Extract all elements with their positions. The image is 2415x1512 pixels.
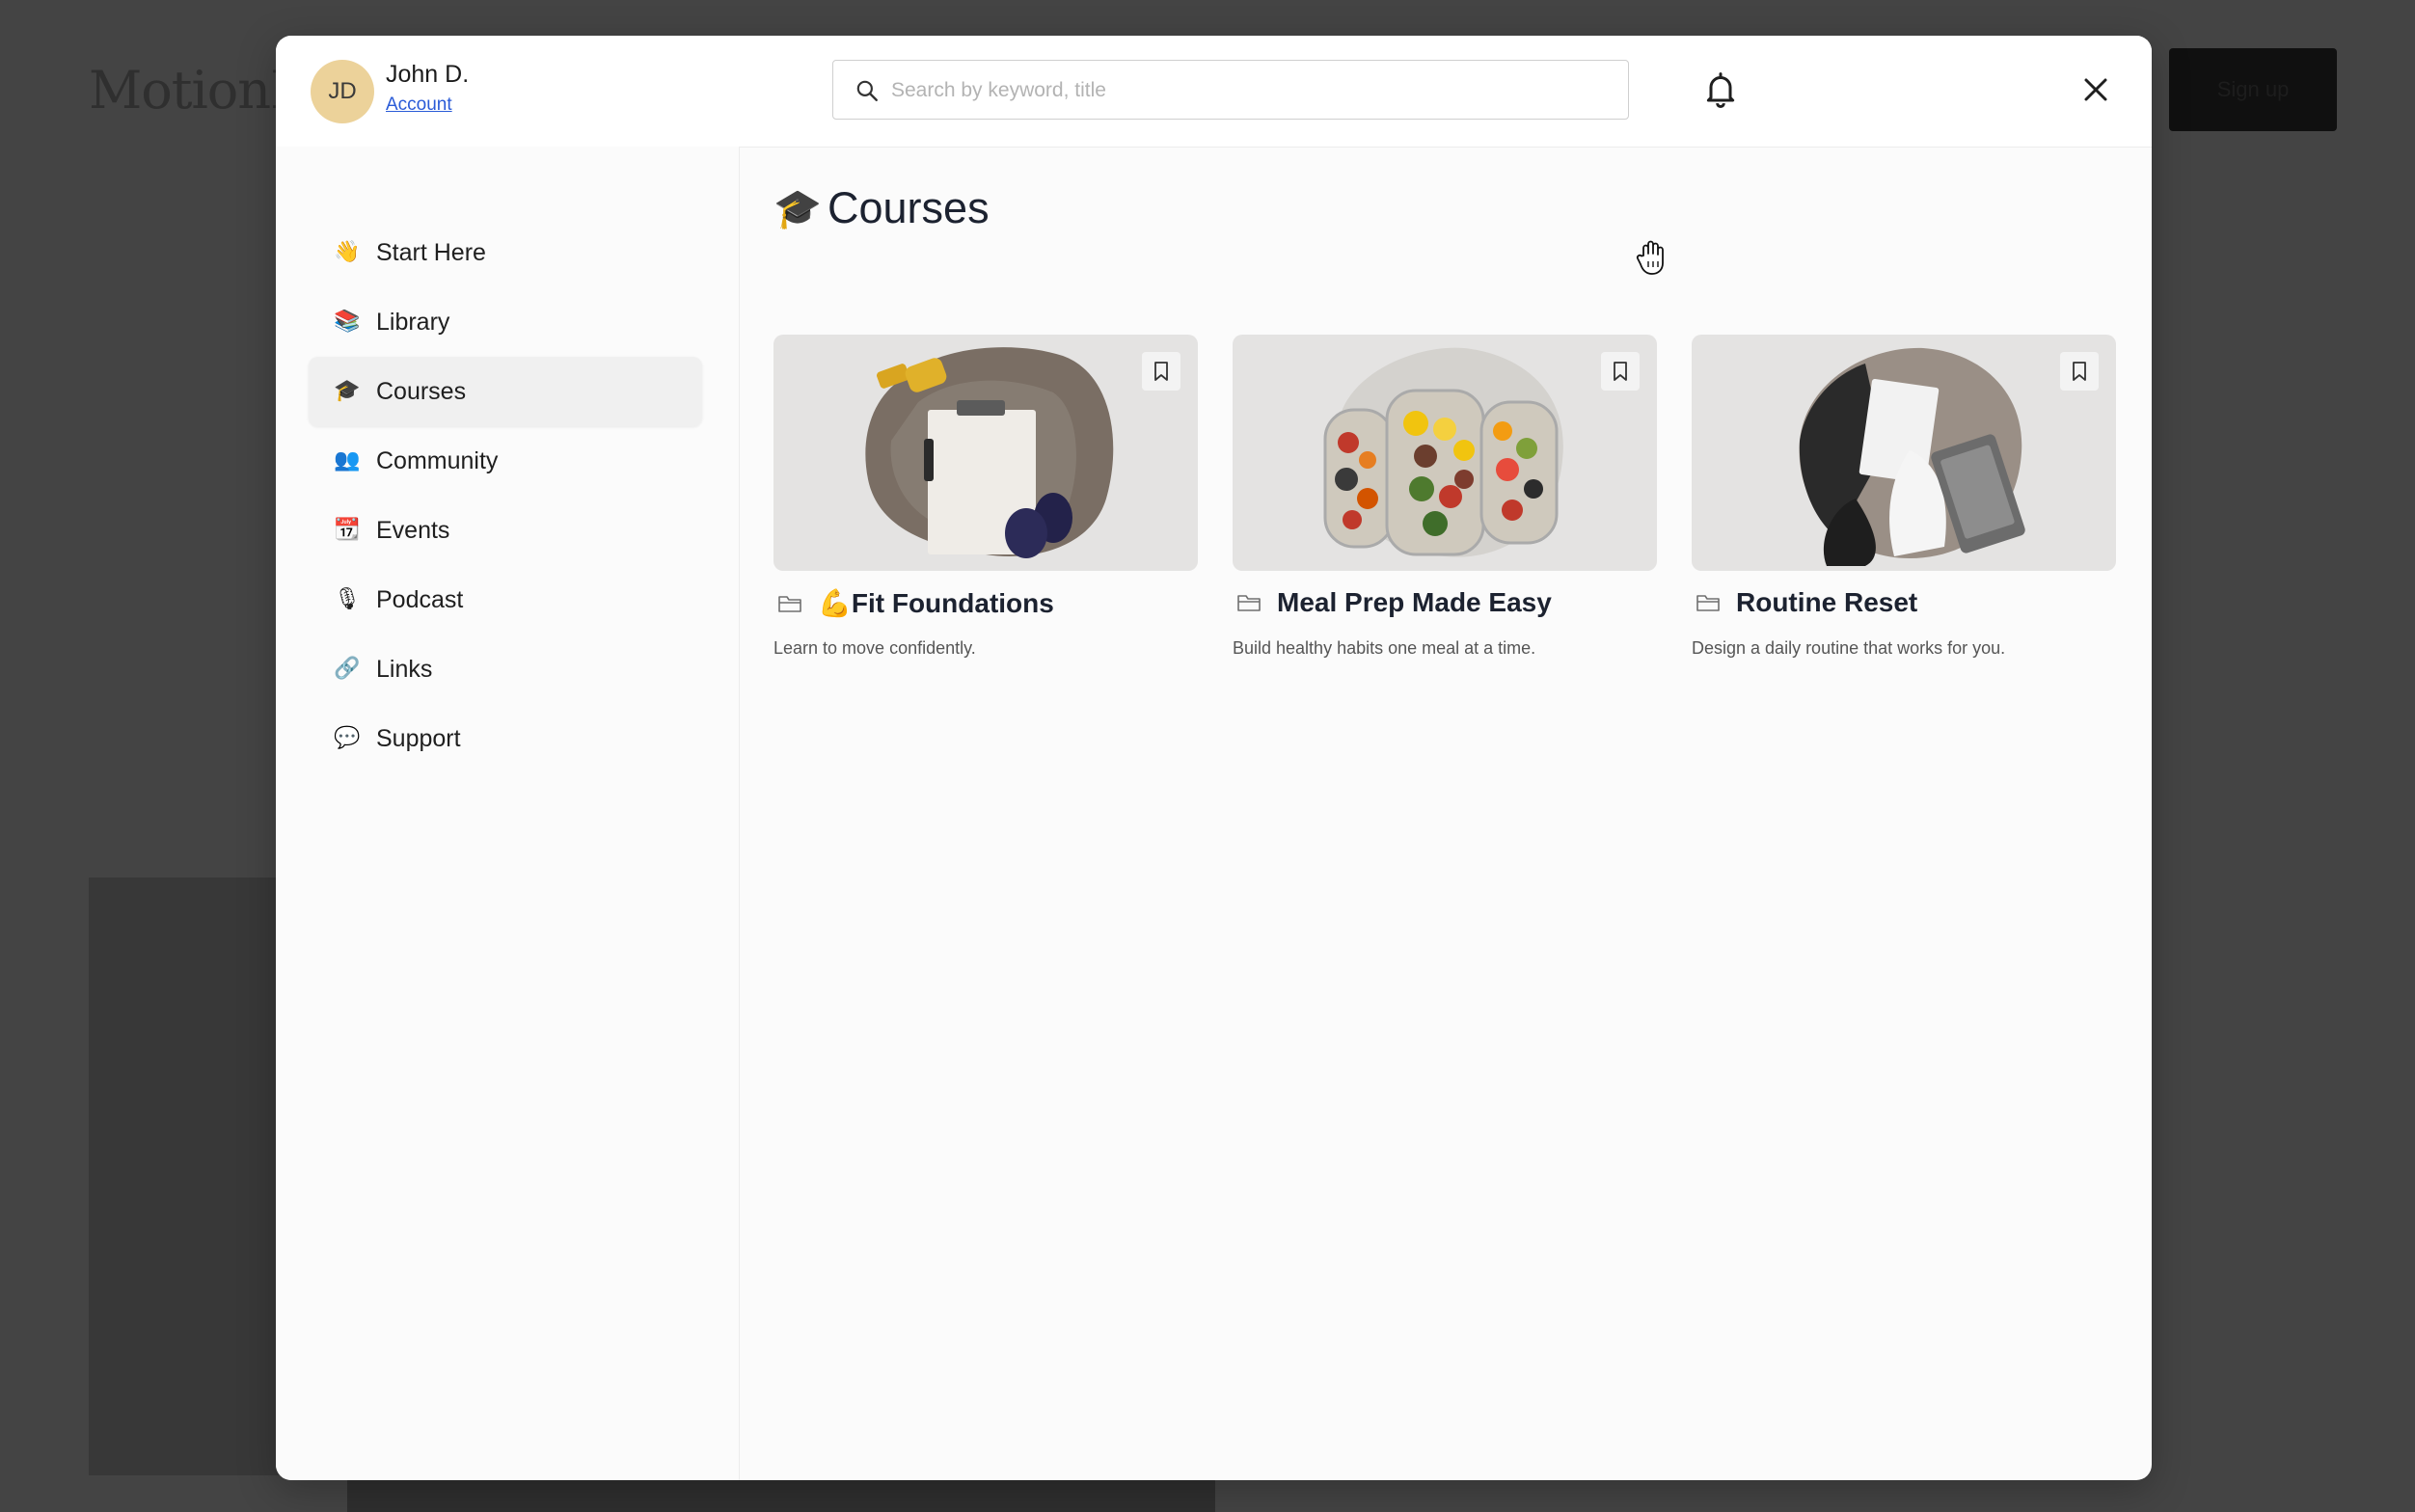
course-title[interactable]: 💪Fit Foundations — [818, 587, 1054, 619]
course-thumbnail[interactable] — [1692, 335, 2116, 571]
sidebar: 👋 Start Here 📚 Library 🎓 Courses 👥 Commu… — [276, 147, 740, 1480]
search-input[interactable] — [889, 61, 1607, 121]
waving-hand-icon: 👋 — [334, 240, 361, 264]
people-icon: 👥 — [334, 448, 361, 472]
calendar-icon: 📆 — [334, 518, 361, 542]
sidebar-item-label: Podcast — [376, 585, 464, 613]
bookmark-icon — [1614, 362, 1627, 381]
clipboard-and-dumbbells-image — [865, 347, 1114, 558]
course-card[interactable]: 💪Fit Foundations Learn to move confident… — [773, 335, 1198, 658]
hand-cursor-icon — [1636, 240, 1664, 275]
sidebar-item-label: Start Here — [376, 238, 486, 266]
speech-bubble-icon: 💬 — [334, 726, 361, 750]
sidebar-item-community[interactable]: 👥 Community — [309, 426, 702, 496]
sidebar-item-label: Support — [376, 724, 461, 752]
sidebar-item-links[interactable]: 🔗 Links — [309, 634, 702, 704]
course-title[interactable]: Meal Prep Made Easy — [1277, 587, 1552, 618]
page-title: Courses — [828, 183, 990, 232]
course-thumbnail[interactable] — [773, 335, 1198, 571]
course-thumbnail[interactable] — [1233, 335, 1657, 571]
close-icon[interactable] — [2081, 75, 2110, 104]
course-description: Design a daily routine that works for yo… — [1692, 638, 2006, 658]
background-logo: MotionL — [89, 60, 305, 121]
folder-icon — [1237, 595, 1261, 611]
course-card[interactable]: Routine Reset Design a daily routine tha… — [1692, 335, 2116, 658]
sidebar-item-label: Links — [376, 655, 433, 683]
modal-header: JD John D. Account — [276, 36, 2152, 148]
search-box[interactable] — [832, 60, 1629, 121]
bookmark-icon — [2073, 362, 2086, 381]
course-title[interactable]: Routine Reset — [1736, 587, 1917, 618]
main-content: 🎓 Courses 💪Fit Foundations Learn to move… — [739, 147, 2152, 1480]
navigation-modal: JD John D. Account 👋 Start Here 📚 — [276, 36, 2152, 1480]
course-title-row: Meal Prep Made Easy — [1236, 587, 1552, 618]
sidebar-item-label: Community — [376, 446, 499, 474]
graduation-cap-icon: 🎓 — [773, 186, 822, 231]
page-title-row: 🎓 Courses — [773, 183, 990, 233]
course-description: Learn to move confidently. — [773, 638, 976, 658]
person-writing-with-laptop-image — [1799, 347, 2025, 566]
bookmark-button[interactable] — [2060, 352, 2099, 391]
books-icon: 📚 — [334, 310, 361, 334]
bookmark-button[interactable] — [1142, 352, 1180, 391]
course-title-row: 💪Fit Foundations — [777, 587, 1054, 619]
course-title-row: Routine Reset — [1696, 587, 1917, 618]
user-name: John D. — [386, 61, 470, 88]
sidebar-item-courses[interactable]: 🎓 Courses — [309, 357, 702, 426]
background-signup-button: Sign up — [2169, 48, 2337, 131]
search-icon — [856, 80, 878, 101]
account-link[interactable]: Account — [386, 94, 452, 116]
bookmark-icon — [1154, 362, 1168, 381]
sidebar-item-label: Library — [376, 308, 450, 336]
sidebar-item-events[interactable]: 📆 Events — [309, 496, 702, 565]
sidebar-item-library[interactable]: 📚 Library — [309, 287, 702, 357]
bookmark-button[interactable] — [1601, 352, 1640, 391]
folder-icon — [1696, 595, 1720, 611]
bell-icon[interactable] — [1701, 69, 1740, 110]
graduation-cap-icon: 🎓 — [334, 379, 361, 403]
course-description: Build healthy habits one meal at a time. — [1233, 638, 1536, 658]
sidebar-item-label: Courses — [376, 377, 467, 405]
link-icon: 🔗 — [334, 657, 361, 681]
microphone-icon: 🎙 — [334, 587, 361, 611]
sidebar-item-podcast[interactable]: 🎙 Podcast — [309, 565, 702, 634]
avatar[interactable]: JD — [311, 60, 374, 123]
sidebar-item-label: Events — [376, 516, 450, 544]
course-card[interactable]: Meal Prep Made Easy Build healthy habits… — [1233, 335, 1657, 658]
meal-prep-containers-image — [1323, 347, 1563, 557]
sidebar-item-start-here[interactable]: 👋 Start Here — [309, 218, 702, 287]
sidebar-item-support[interactable]: 💬 Support — [309, 704, 702, 773]
folder-icon — [778, 595, 801, 612]
